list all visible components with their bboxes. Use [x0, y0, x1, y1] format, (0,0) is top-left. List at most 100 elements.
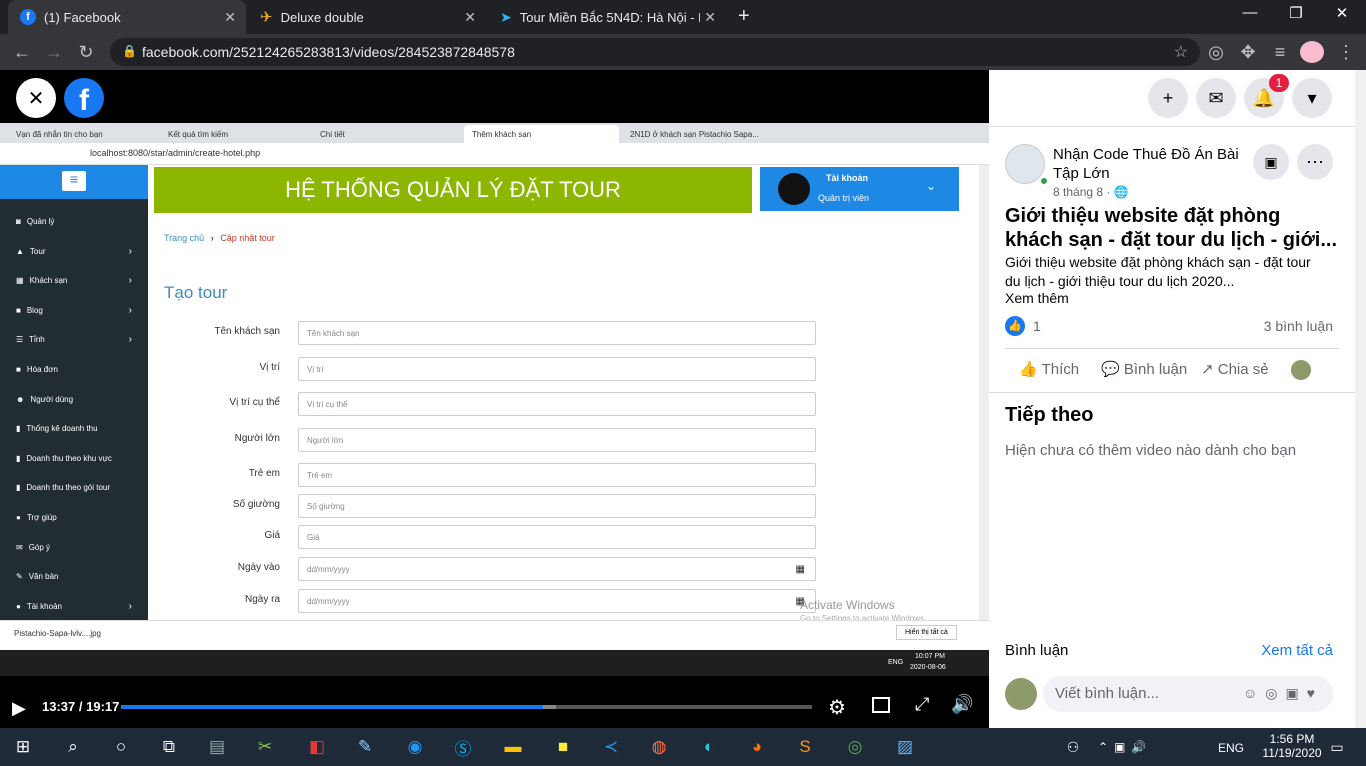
people-icon[interactable]: ⚇ — [1060, 735, 1086, 759]
comment-input[interactable]: Viết bình luận... ☺◎▣♥ — [1043, 676, 1333, 712]
field-label: Tên khách sạn — [214, 326, 280, 337]
reload-icon[interactable]: ↻ — [74, 42, 98, 63]
media-icon[interactable]: ≡ — [1268, 42, 1292, 63]
sidebar-item: ▲ Tour › — [0, 237, 148, 266]
windows-start-icon[interactable]: ⊞ — [10, 735, 36, 759]
chevron-right-icon: › — [210, 233, 214, 243]
tab-tour[interactable]: ➤ Tour Miền Bắc 5N4D: Hà Nội - Hạ Long ✕ — [488, 0, 726, 34]
time-total: 19:17 — [86, 699, 120, 714]
page-scrollbar[interactable] — [1355, 70, 1366, 728]
share-icon: ↗ — [1201, 361, 1214, 378]
postman-icon[interactable]: ◍ — [646, 735, 672, 759]
tab-facebook[interactable]: f (1) Facebook ✕ — [8, 0, 246, 34]
emoji-icons[interactable]: ☺◎▣♥ — [1243, 685, 1323, 702]
more-icon[interactable]: ⋯ — [1297, 144, 1333, 180]
forward-icon[interactable]: → — [42, 42, 66, 63]
chevron-right-icon: › — [128, 245, 132, 257]
page-name[interactable]: Nhận Code Thuê Đồ Án Bài Tập Lớn — [1053, 145, 1253, 183]
sidebar-item-icon: ☰ — [16, 335, 24, 345]
facebook-icon: f — [20, 9, 36, 25]
sidebar-item-icon: ● — [16, 601, 21, 611]
form-title: Tạo tour — [164, 283, 228, 302]
back-icon[interactable]: ← — [10, 42, 34, 63]
maximize-icon[interactable]: ❐ — [1276, 4, 1316, 22]
minimize-icon[interactable]: — — [1230, 4, 1270, 21]
window-close-icon[interactable]: ✕ — [1322, 4, 1362, 22]
new-tab-button[interactable]: + — [738, 5, 750, 28]
search-icon[interactable]: ⌕ — [60, 735, 86, 759]
admin-sidebar: ≡ ◙ Quản lý ▲ Tour › ▦ Khách sạn › ■ Blog › ☰ Tỉnh › ■… — [0, 165, 148, 620]
progress-track[interactable] — [121, 705, 812, 709]
sticky-notes-icon[interactable]: ■ — [550, 735, 576, 759]
like-count[interactable]: 1 — [1033, 318, 1041, 334]
comment-button[interactable]: 💬 Bình luận — [1101, 360, 1187, 378]
office-icon[interactable]: ◧ — [304, 735, 330, 759]
sidebar-item-icon: ● — [16, 513, 21, 522]
sidebar-item-label: Người dùng — [30, 394, 74, 404]
plus-icon[interactable]: + — [1148, 78, 1188, 118]
sidebar-item: ☻ Người dùng — [0, 385, 148, 414]
see-all-link[interactable]: Xem tất cả — [1261, 642, 1333, 659]
sidebar-item-icon: ✉ — [16, 542, 23, 552]
database-app-icon[interactable]: ▤ — [204, 735, 230, 759]
fullscreen-icon[interactable]: ⤢ — [915, 694, 929, 715]
profile-avatar[interactable] — [1300, 41, 1324, 63]
photos-icon[interactable]: ▨ — [892, 735, 918, 759]
url-field[interactable]: 🔒 facebook.com/252124265283813/videos/28… — [110, 38, 1200, 66]
close-icon[interactable]: ✕ — [704, 9, 716, 26]
sidebar-item: ◙ Quản lý — [0, 207, 148, 236]
user-role: Quản trị viên — [818, 193, 870, 203]
sidebar-item-label: Doanh thu theo khu vực — [26, 453, 112, 463]
tool-app-icon[interactable]: ✂ — [252, 735, 278, 759]
tray-icons[interactable]: ⌃▣🔊 — [1098, 740, 1152, 754]
calendar-icon: ▦ — [795, 563, 805, 575]
post-date-text: 8 tháng 8 · — [1053, 185, 1111, 199]
see-more-link[interactable]: Xem thêm — [1005, 290, 1069, 306]
address-bar-row: ← → ↻ 🔒 facebook.com/252124265283813/vid… — [0, 34, 1366, 70]
extension-icon[interactable]: ◎ — [1204, 42, 1228, 63]
paint-app-icon[interactable]: ✎ — [352, 735, 378, 759]
settings-gear-icon[interactable]: ⚙ — [828, 695, 846, 720]
user-avatar — [1005, 678, 1037, 710]
volume-icon[interactable]: 🔊 — [951, 694, 973, 715]
firefox-icon[interactable]: ◕ — [744, 735, 770, 759]
inner-tab-bar: Vạn đã nhắn tin cho bạn Kết quả tìm kiếm… — [0, 123, 989, 143]
close-video-icon[interactable]: ✕ — [16, 78, 56, 118]
field-label: Người lớn — [234, 433, 280, 444]
like-button[interactable]: 👍 Thích — [1019, 360, 1079, 378]
save-icon[interactable]: ▣ — [1253, 144, 1289, 180]
facebook-logo-icon[interactable]: f — [64, 78, 104, 118]
account-chevron-icon[interactable]: ▾ — [1292, 78, 1332, 118]
messenger-icon[interactable]: ✉ — [1196, 78, 1236, 118]
sidebar-item: ▦ Khách sạn › — [0, 266, 148, 295]
task-view-icon[interactable]: ⧉ — [156, 735, 182, 759]
sidebar-item-label: Blog — [26, 305, 43, 315]
tab-deluxe[interactable]: ✈ Deluxe double ✕ — [248, 0, 486, 34]
zalo-icon[interactable]: ◉ — [402, 735, 428, 759]
edge-icon[interactable]: ◐ — [696, 735, 722, 759]
puzzle-icon[interactable]: ✥ — [1236, 42, 1260, 63]
vscode-icon[interactable]: ≺ — [598, 735, 624, 759]
comment-count[interactable]: 3 bình luận — [1264, 318, 1333, 334]
menu-dots-icon[interactable]: ⋮ — [1334, 42, 1358, 63]
action-center-icon[interactable]: ▭ — [1324, 735, 1350, 759]
play-icon[interactable]: ▶ — [12, 698, 26, 719]
url-text: facebook.com/252124265283813/videos/2845… — [142, 44, 515, 60]
sidebar-item-label: Văn bản — [28, 572, 59, 582]
video-player[interactable]: ✕ f Vạn đã nhắn tin cho bạn Kết quả tìm … — [0, 70, 989, 728]
chrome-icon[interactable]: ◎ — [842, 735, 868, 759]
miniplayer-icon[interactable] — [872, 697, 890, 713]
share-avatar[interactable] — [1291, 360, 1311, 380]
cortana-icon[interactable]: ○ — [108, 735, 134, 759]
star-icon[interactable]: ☆ — [1174, 42, 1188, 62]
folder-icon[interactable]: ▬ — [500, 735, 526, 759]
share-button[interactable]: ↗ Chia sẻ — [1201, 360, 1269, 378]
close-icon[interactable]: ✕ — [464, 9, 476, 26]
close-icon[interactable]: ✕ — [224, 9, 236, 26]
skype-icon[interactable]: Ⓢ — [450, 735, 476, 759]
clock[interactable]: 1:56 PM 11/19/2020 — [1262, 732, 1322, 760]
video-frame: Vạn đã nhắn tin cho bạn Kết quả tìm kiếm… — [0, 123, 989, 653]
sublime-icon[interactable]: S — [792, 735, 818, 759]
language-indicator[interactable]: ENG — [1218, 741, 1244, 755]
tab-label: Deluxe double — [280, 9, 364, 25]
